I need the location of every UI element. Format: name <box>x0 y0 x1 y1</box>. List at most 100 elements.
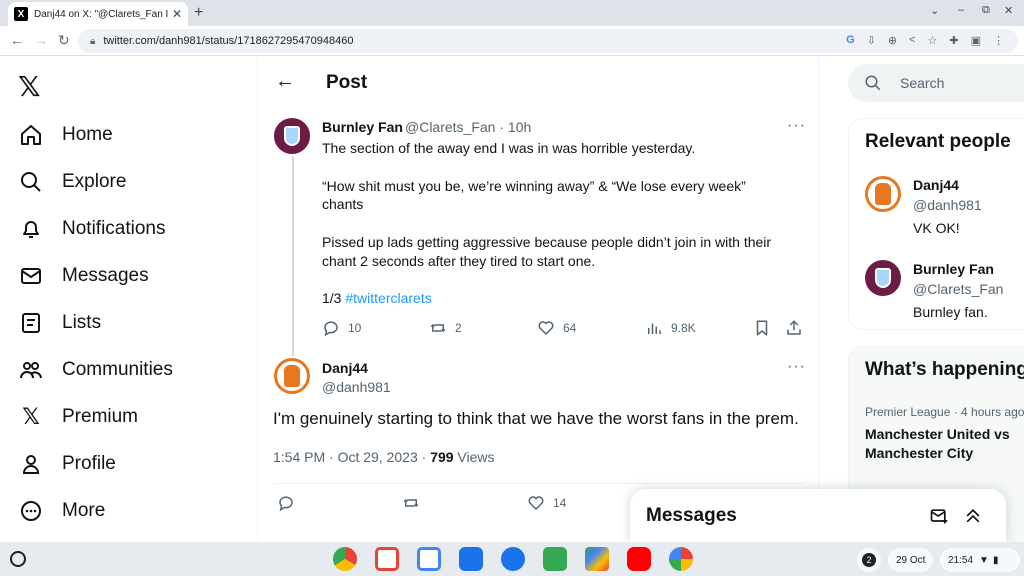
os-shelf: 2 29 Oct 21:54 ▼ ▮ <box>0 542 1024 576</box>
views-button[interactable]: 9.8K <box>645 319 753 337</box>
youtube-app-icon[interactable] <box>627 547 651 571</box>
tweet-text-line: 1/3 #twitterclarets <box>322 289 432 308</box>
back-icon[interactable]: ← <box>10 32 24 48</box>
launcher-icon[interactable] <box>10 551 26 567</box>
calendar-app-icon[interactable] <box>417 547 441 571</box>
new-tab-icon[interactable]: + <box>194 4 203 22</box>
danj-avatar-figure-icon <box>875 183 891 205</box>
messages-drawer-title: Messages <box>646 505 737 526</box>
nav-item-premium[interactable]: 𝕏 Premium <box>18 402 138 432</box>
avatar[interactable] <box>274 118 310 154</box>
like-count: 14 <box>553 496 567 510</box>
trend-topic[interactable]: Manchester United vs Manchester City <box>865 425 1010 463</box>
nav-item-more[interactable]: More <box>18 496 105 526</box>
author-handle[interactable]: @danh981 <box>322 379 391 395</box>
gmail-app-icon[interactable] <box>375 547 399 571</box>
like-button[interactable]: 14 <box>527 494 566 512</box>
battery-icon: ▮ <box>992 554 999 566</box>
author-name[interactable]: Danj44 <box>322 360 368 376</box>
browser-tab[interactable]: X Danj44 on X: "@Clarets_Fan I'm ✕ <box>8 2 188 26</box>
share-button[interactable] <box>785 319 811 337</box>
bookmark-star-icon[interactable]: ☆ <box>928 34 938 47</box>
status-tray[interactable]: 21:54 ▼ ▮ <box>940 548 1020 572</box>
google-icon[interactable]: G <box>846 34 855 47</box>
menu-icon[interactable]: ⋮ <box>993 34 1004 47</box>
tweet-text-line: Pissed up lads getting aggressive becaus… <box>322 234 772 250</box>
search-input[interactable]: Search <box>848 64 1024 102</box>
reply-button[interactable]: 10 <box>322 319 429 337</box>
wifi-icon: ▼ <box>979 554 989 566</box>
tweet-text: I'm genuinely starting to think that we … <box>273 409 799 428</box>
nav-item-messages[interactable]: Messages <box>18 261 149 291</box>
card-title: What’s happening <box>865 359 1024 380</box>
messages-drawer[interactable]: Messages <box>630 489 1006 542</box>
burnley-crest-icon <box>284 126 300 146</box>
person-handle[interactable]: @Clarets_Fan <box>913 281 1003 297</box>
nav-item-home[interactable]: Home <box>18 120 113 150</box>
minimize-icon[interactable]: – <box>958 4 964 16</box>
avatar[interactable] <box>865 260 901 296</box>
messages-app-icon[interactable] <box>501 547 525 571</box>
reply-button[interactable] <box>277 494 402 512</box>
nav-label: Lists <box>62 312 102 333</box>
danj-avatar-figure-icon <box>284 365 300 387</box>
like-count: 64 <box>563 321 577 335</box>
people-icon <box>18 357 44 383</box>
tweet-text-line: chant 2 seconds after they tired to star… <box>322 253 596 269</box>
retweet-button[interactable]: 2 <box>429 319 537 337</box>
extensions-icon[interactable]: ✚ <box>949 34 958 47</box>
tab-search-icon[interactable]: ⌄ <box>930 4 939 17</box>
person-name[interactable]: Burnley Fan <box>913 261 994 277</box>
nav-item-profile[interactable]: Profile <box>18 449 116 479</box>
date-text: 29 Oct <box>896 554 926 566</box>
avatar[interactable] <box>274 358 310 394</box>
side-panel-icon[interactable]: ▣ <box>971 34 981 47</box>
meet-app-icon[interactable] <box>543 547 567 571</box>
x-icon: 𝕏 <box>22 404 40 429</box>
files-app-icon[interactable] <box>459 547 483 571</box>
person-bio: Burnley fan. <box>913 304 988 320</box>
author-handle[interactable]: @Clarets_Fan · 10h <box>405 119 531 135</box>
expand-drawer-icon[interactable] <box>962 505 984 527</box>
avatar[interactable] <box>865 176 901 212</box>
author-name[interactable]: Burnley Fan <box>322 119 403 135</box>
hashtag-link[interactable]: #twitterclarets <box>345 290 431 306</box>
reply-icon <box>322 319 340 337</box>
more-options-icon[interactable]: ··· <box>787 358 806 376</box>
share-icon[interactable]: < <box>909 34 915 47</box>
person-name[interactable]: Danj44 <box>913 177 959 193</box>
retweet-button[interactable] <box>402 494 527 512</box>
nav-item-lists[interactable]: Lists <box>18 308 101 338</box>
more-options-icon[interactable]: ··· <box>787 117 806 135</box>
address-bar[interactable]: 🔒︎ twitter.com/danh981/status/1718627295… <box>78 29 1018 53</box>
restore-icon[interactable]: ⧉ <box>982 4 990 17</box>
like-button[interactable]: 64 <box>537 319 645 337</box>
install-icon[interactable]: ⇩ <box>867 34 876 47</box>
nav-label: Notifications <box>62 218 166 239</box>
back-arrow-icon[interactable]: ← <box>275 70 295 93</box>
retweet-count: 2 <box>455 321 462 335</box>
new-message-icon[interactable] <box>928 505 950 527</box>
play-store-app-icon[interactable] <box>585 547 609 571</box>
window-close-icon[interactable]: ✕ <box>1004 4 1013 17</box>
date-tray[interactable]: 29 Oct <box>888 548 934 572</box>
x-logo-icon[interactable]: 𝕏 <box>18 70 41 103</box>
tweet-text-line: “How shit must you be, we’re winning awa… <box>322 178 746 194</box>
chrome-app-icon[interactable] <box>333 547 357 571</box>
zoom-icon[interactable]: ⊕ <box>888 34 897 47</box>
reply-count: 10 <box>348 321 362 335</box>
notification-badge[interactable]: 2 <box>857 548 881 572</box>
bookmark-button[interactable] <box>753 319 785 337</box>
mail-icon <box>18 263 44 289</box>
x-favicon-icon: X <box>14 7 28 21</box>
photos-app-icon[interactable] <box>669 547 693 571</box>
nav-item-communities[interactable]: Communities <box>18 355 173 385</box>
heart-icon <box>537 319 555 337</box>
forward-icon[interactable]: → <box>34 32 48 48</box>
nav-item-notifications[interactable]: Notifications <box>18 214 166 244</box>
person-handle[interactable]: @danh981 <box>913 197 982 213</box>
tab-close-icon[interactable]: ✕ <box>172 7 182 21</box>
reload-icon[interactable]: ↻ <box>58 32 70 49</box>
timestamp[interactable]: 1:54 PM · Oct 29, 2023 · <box>273 449 430 465</box>
nav-item-explore[interactable]: Explore <box>18 167 126 197</box>
